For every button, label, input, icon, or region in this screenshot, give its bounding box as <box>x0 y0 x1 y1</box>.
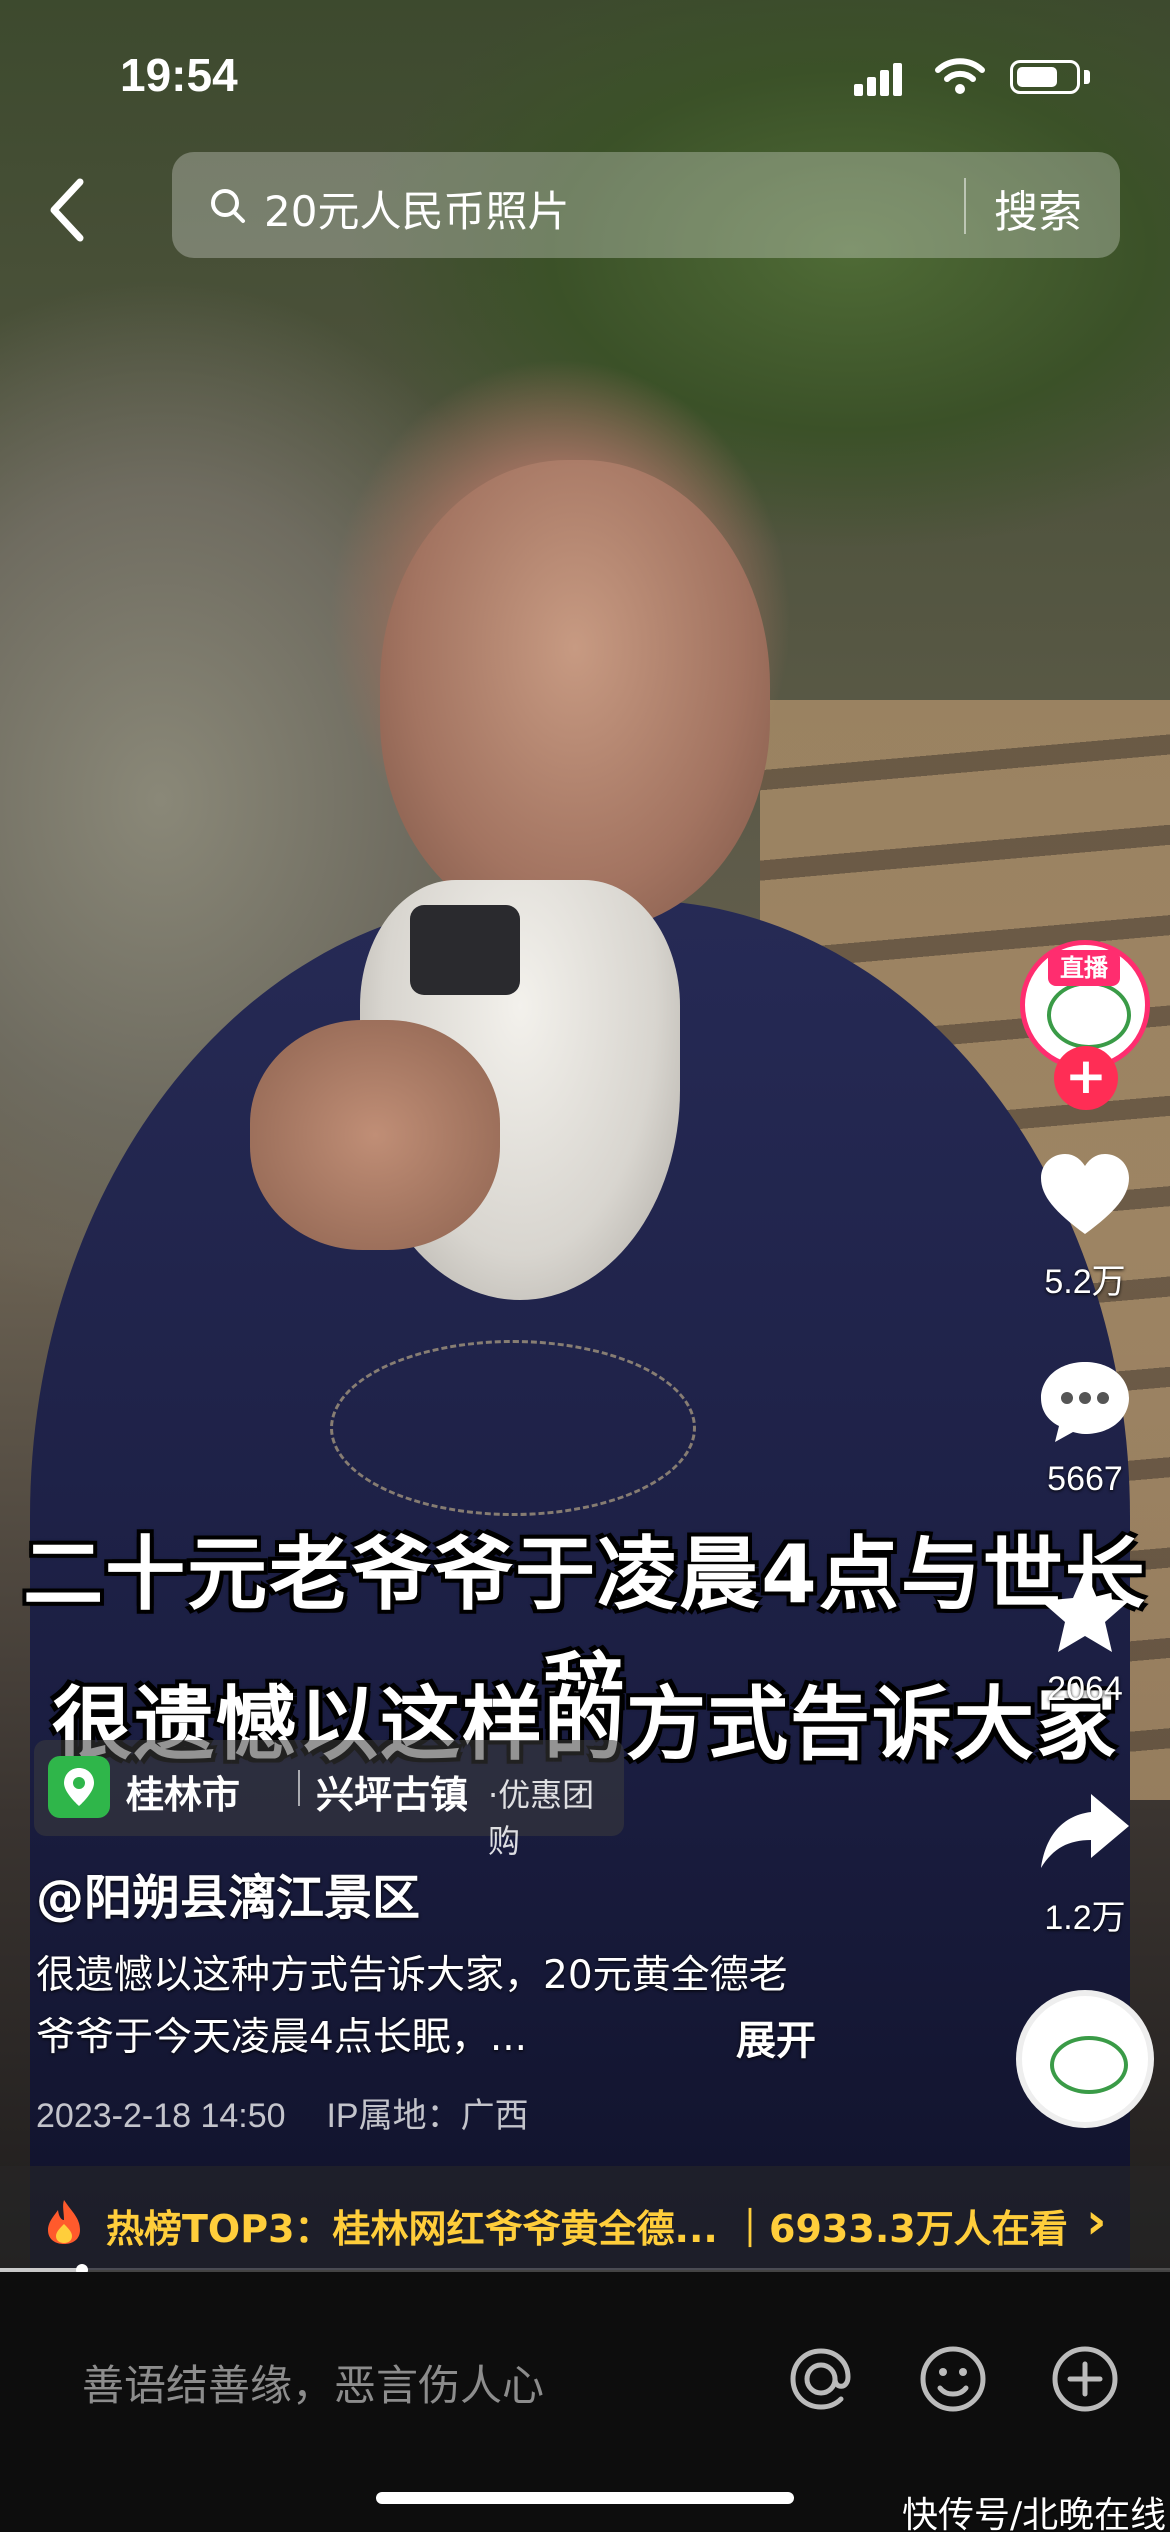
expand-link[interactable]: 展开 <box>736 2008 816 2066</box>
author-name[interactable]: @阳朔县漓江景区 <box>36 1858 420 1928</box>
comment-button[interactable]: 5667 <box>1020 1356 1150 1499</box>
like-button[interactable]: 5.2万 <box>1020 1150 1150 1303</box>
video-player[interactable] <box>0 0 1170 2270</box>
follow-plus-button[interactable]: + <box>1054 1046 1118 1110</box>
post-description: 很遗憾以这种方式告诉大家，20元黄全德老爷爷于今天凌晨4点长眠，... <box>36 1953 788 2060</box>
home-indicator[interactable] <box>376 2492 794 2504</box>
post-ip: IP属地：广西 <box>326 2097 529 2135</box>
hand-image <box>250 1020 500 1250</box>
star-icon <box>1041 1570 1129 1652</box>
location-divider <box>298 1770 300 1806</box>
emoji-icon[interactable] <box>916 2342 990 2416</box>
comment-count: 5667 <box>1047 1460 1123 1498</box>
search-button[interactable]: 搜索 <box>994 176 1082 240</box>
search-icon <box>211 189 245 223</box>
search-bar[interactable]: 20元人民币照片 搜索 <box>172 152 1120 258</box>
heart-icon <box>1041 1154 1129 1234</box>
search-divider <box>964 178 966 234</box>
comment-bubble-icon <box>1041 1362 1129 1442</box>
status-bar: 19:54 <box>0 0 1170 150</box>
hot-list-text: 热榜TOP3：桂林网红爷爷黄全德... ｜6933.3万人在看 <box>106 2207 1068 2251</box>
search-input[interactable]: 20元人民币照片 <box>264 178 569 239</box>
live-badge: 直播 <box>1048 950 1120 986</box>
map-pin-icon <box>48 1756 110 1818</box>
status-time: 19:54 <box>120 49 238 101</box>
signal-icon <box>854 62 904 96</box>
source-watermark: 快传号/北晚在线 <box>902 2495 1167 2532</box>
elder-head-image <box>380 460 770 930</box>
location-city: 桂林市 <box>126 1773 241 1817</box>
back-arrow-icon[interactable] <box>40 170 100 250</box>
battery-icon <box>1010 60 1080 94</box>
dragon-embroidery-image <box>330 1340 696 1516</box>
add-plus-icon[interactable] <box>1048 2342 1122 2416</box>
share-button[interactable]: 1.2万 <box>1020 1786 1150 1939</box>
like-count: 5.2万 <box>1044 1263 1126 1301</box>
comment-input[interactable]: 善语结善缘，恶言伤人心 <box>82 2352 544 2413</box>
favorite-count: 2064 <box>1047 1670 1123 1708</box>
flame-icon <box>48 2200 80 2244</box>
wifi-icon <box>935 58 985 94</box>
location-chip[interactable]: 桂林市 兴坪古镇 ·优惠团购 <box>34 1740 624 1860</box>
music-disc[interactable] <box>1016 1990 1154 2128</box>
at-mention-icon[interactable] <box>784 2342 858 2416</box>
post-meta: 2023-2-18 14:50 IP属地：广西 <box>36 2088 529 2137</box>
ice-pop-image <box>410 905 520 995</box>
share-arrow-icon <box>1041 1794 1129 1868</box>
share-count: 1.2万 <box>1044 1899 1126 1937</box>
battery-cap <box>1084 70 1090 84</box>
video-feed-screen: 19:54 20元人民币照片 搜索 二十元老爷爷于凌晨4点与世长辞 很遗憾以这样… <box>0 0 1170 2532</box>
post-date: 2023-2-18 14:50 <box>36 2097 286 2135</box>
location-town: 兴坪古镇 <box>316 1773 469 1817</box>
location-deal: ·优惠团购 <box>488 1776 595 1860</box>
hot-list-banner[interactable]: 热榜TOP3：桂林网红爷爷黄全德... ｜6933.3万人在看 › <box>0 2166 1170 2276</box>
chevron-right-icon: › <box>1086 2192 1107 2250</box>
favorite-button[interactable]: 2064 <box>1020 1566 1150 1709</box>
